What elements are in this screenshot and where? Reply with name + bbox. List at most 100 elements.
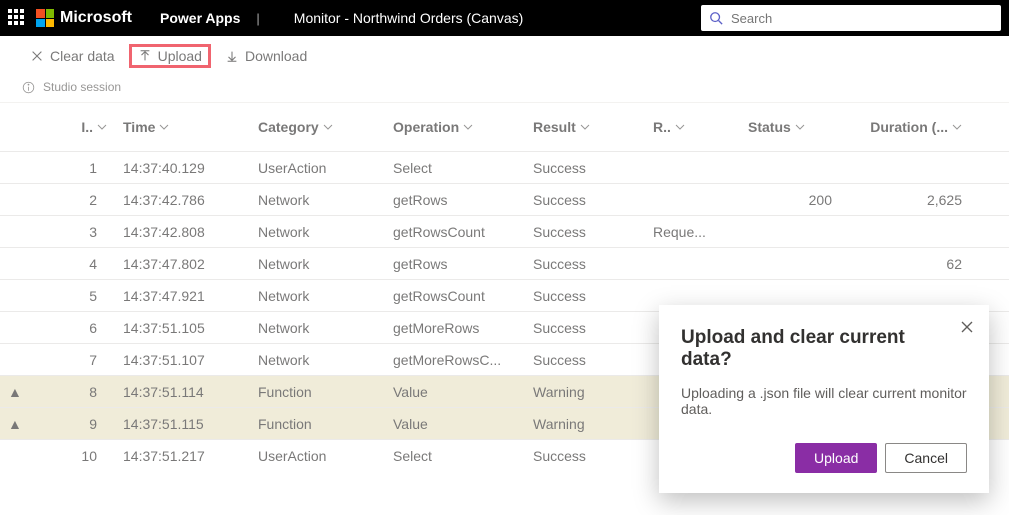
cell-category: Network <box>250 320 385 336</box>
chevron-down-icon <box>952 122 962 132</box>
dialog-title: Upload and clear current data? <box>681 327 967 371</box>
cell-category: UserAction <box>250 448 385 464</box>
cell-id: 8 <box>50 384 115 400</box>
cell-result: Success <box>525 160 645 176</box>
cell-result: Success <box>525 256 645 272</box>
brand-text: Microsoft <box>60 9 132 27</box>
cell-duration: 2,625 <box>840 192 970 208</box>
dialog-actions: Upload Cancel <box>681 443 967 473</box>
page-title: Monitor - Northwind Orders (Canvas) <box>294 10 524 26</box>
search-icon <box>709 11 723 25</box>
info-icon <box>22 81 35 94</box>
cell-result: Success <box>525 448 645 464</box>
col-operation[interactable]: Operation <box>385 119 525 135</box>
command-bar: Clear data Upload Download <box>0 36 1009 76</box>
session-label: Studio session <box>43 80 121 94</box>
col-category[interactable]: Category <box>250 119 385 135</box>
app-name[interactable]: Power Apps <box>160 10 240 26</box>
col-result[interactable]: Result <box>525 119 645 135</box>
clear-data-label: Clear data <box>50 48 115 64</box>
download-label: Download <box>245 48 307 64</box>
warning-icon: ▲ <box>0 384 50 400</box>
cell-time: 14:37:42.786 <box>115 192 250 208</box>
chevron-down-icon <box>97 122 107 132</box>
breadcrumb-separator: | <box>256 11 259 26</box>
cell-id: 2 <box>50 192 115 208</box>
cell-status: 200 <box>740 192 840 208</box>
cell-id: 1 <box>50 160 115 176</box>
cell-result: Warning <box>525 384 645 400</box>
cell-operation: Value <box>385 384 525 400</box>
search-box[interactable] <box>701 5 1001 31</box>
microsoft-logo: Microsoft <box>36 9 132 27</box>
cell-time: 14:37:47.921 <box>115 288 250 304</box>
col-time[interactable]: Time <box>115 119 250 135</box>
cell-operation: getRows <box>385 256 525 272</box>
cell-time: 14:37:51.217 <box>115 448 250 464</box>
chevron-down-icon <box>159 122 169 132</box>
cell-id: 3 <box>50 224 115 240</box>
table-row[interactable]: 214:37:42.786NetworkgetRowsSuccess2002,6… <box>0 183 1009 215</box>
cell-category: Network <box>250 256 385 272</box>
cell-time: 14:37:51.115 <box>115 416 250 432</box>
col-r[interactable]: R.. <box>645 119 740 135</box>
app-launcher-icon[interactable] <box>8 9 26 27</box>
cell-time: 14:37:47.802 <box>115 256 250 272</box>
grid-header-row: I.. Time Category Operation Result R.. S… <box>0 103 1009 151</box>
cell-operation: Value <box>385 416 525 432</box>
cell-category: UserAction <box>250 160 385 176</box>
microsoft-icon <box>36 9 54 27</box>
dialog-cancel-button[interactable]: Cancel <box>885 443 967 473</box>
close-icon[interactable] <box>959 319 975 335</box>
warning-icon: ▲ <box>0 416 50 432</box>
download-icon <box>225 49 239 63</box>
chevron-down-icon <box>675 122 685 132</box>
upload-icon <box>138 49 152 63</box>
col-id[interactable]: I.. <box>50 119 115 135</box>
cell-operation: getRowsCount <box>385 288 525 304</box>
chevron-down-icon <box>795 122 805 132</box>
col-status[interactable]: Status <box>740 119 840 135</box>
cell-result: Warning <box>525 416 645 432</box>
cell-r: Reque... <box>645 224 740 240</box>
chevron-down-icon <box>580 122 590 132</box>
upload-confirm-dialog: Upload and clear current data? Uploading… <box>659 305 989 493</box>
table-row[interactable]: 314:37:42.808NetworkgetRowsCountSuccessR… <box>0 215 1009 247</box>
col-duration[interactable]: Duration (... <box>840 119 970 135</box>
cell-id: 7 <box>50 352 115 368</box>
clear-data-button[interactable]: Clear data <box>22 44 123 68</box>
cell-category: Function <box>250 384 385 400</box>
download-button[interactable]: Download <box>217 44 315 68</box>
cell-result: Success <box>525 224 645 240</box>
cell-category: Network <box>250 192 385 208</box>
cell-time: 14:37:51.107 <box>115 352 250 368</box>
cell-operation: Select <box>385 448 525 464</box>
cell-result: Success <box>525 352 645 368</box>
cell-id: 6 <box>50 320 115 336</box>
cell-operation: getRowsCount <box>385 224 525 240</box>
cell-time: 14:37:42.808 <box>115 224 250 240</box>
cell-time: 14:37:51.114 <box>115 384 250 400</box>
cell-operation: getRows <box>385 192 525 208</box>
table-row[interactable]: 414:37:47.802NetworkgetRowsSuccess62 <box>0 247 1009 279</box>
upload-button[interactable]: Upload <box>129 44 211 68</box>
session-info: Studio session <box>0 76 1009 103</box>
cell-result: Success <box>525 320 645 336</box>
cell-category: Network <box>250 352 385 368</box>
cell-operation: Select <box>385 160 525 176</box>
upload-label: Upload <box>158 48 202 64</box>
cell-time: 14:37:40.129 <box>115 160 250 176</box>
cell-id: 9 <box>50 416 115 432</box>
top-header: Microsoft Power Apps | Monitor - Northwi… <box>0 0 1009 36</box>
search-input[interactable] <box>731 11 993 26</box>
cell-duration: 62 <box>840 256 970 272</box>
cell-id: 5 <box>50 288 115 304</box>
close-icon <box>30 49 44 63</box>
table-row[interactable]: 114:37:40.129UserActionSelectSuccess <box>0 151 1009 183</box>
cell-operation: getMoreRowsC... <box>385 352 525 368</box>
cell-result: Success <box>525 288 645 304</box>
cell-category: Network <box>250 288 385 304</box>
dialog-upload-button[interactable]: Upload <box>795 443 877 473</box>
chevron-down-icon <box>463 122 473 132</box>
cell-id: 10 <box>50 448 115 464</box>
